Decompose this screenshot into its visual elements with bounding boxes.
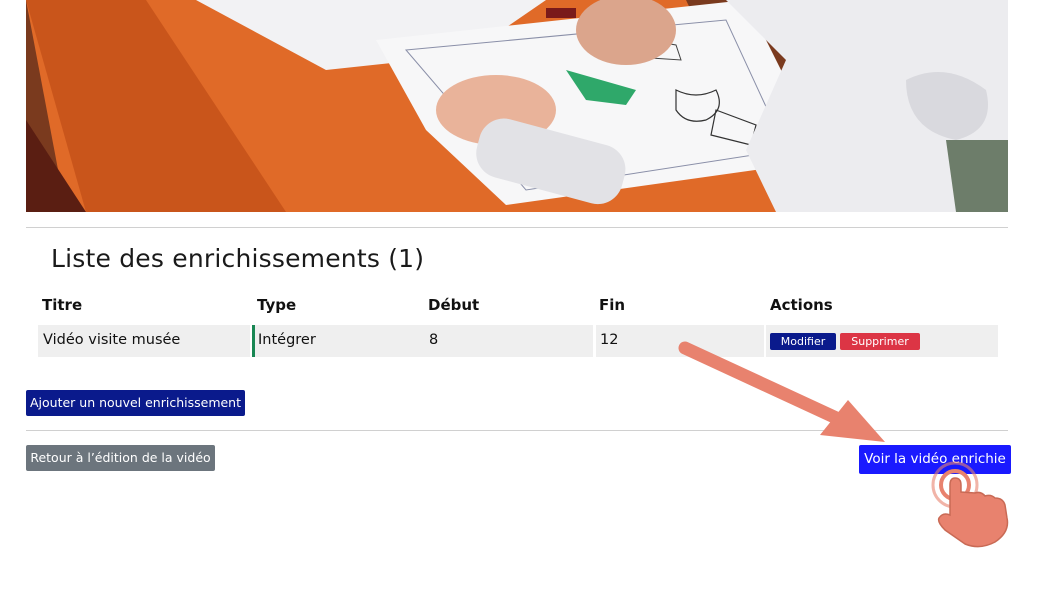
divider <box>26 227 1008 228</box>
cell-bg <box>425 325 593 357</box>
enrichments-title: Liste des enrichissements (1) <box>51 244 425 273</box>
click-hand-icon <box>925 460 1020 550</box>
annotation-arrow-icon <box>660 330 890 450</box>
video-thumbnail <box>26 0 1008 212</box>
column-header-actions: Actions <box>770 296 833 314</box>
column-header-type: Type <box>257 296 297 314</box>
column-header-titre: Titre <box>42 296 83 314</box>
back-to-edit-button[interactable]: Retour à l’édition de la vidéo <box>26 445 215 471</box>
column-header-fin: Fin <box>599 296 626 314</box>
cell-fin: 12 <box>600 332 619 348</box>
cell-type: Intégrer <box>258 332 316 348</box>
cell-titre: Vidéo visite musée <box>43 332 181 348</box>
cell-debut: 8 <box>429 332 439 348</box>
add-enrichment-button[interactable]: Ajouter un nouvel enrichissement <box>26 390 245 416</box>
column-header-debut: Début <box>428 296 480 314</box>
